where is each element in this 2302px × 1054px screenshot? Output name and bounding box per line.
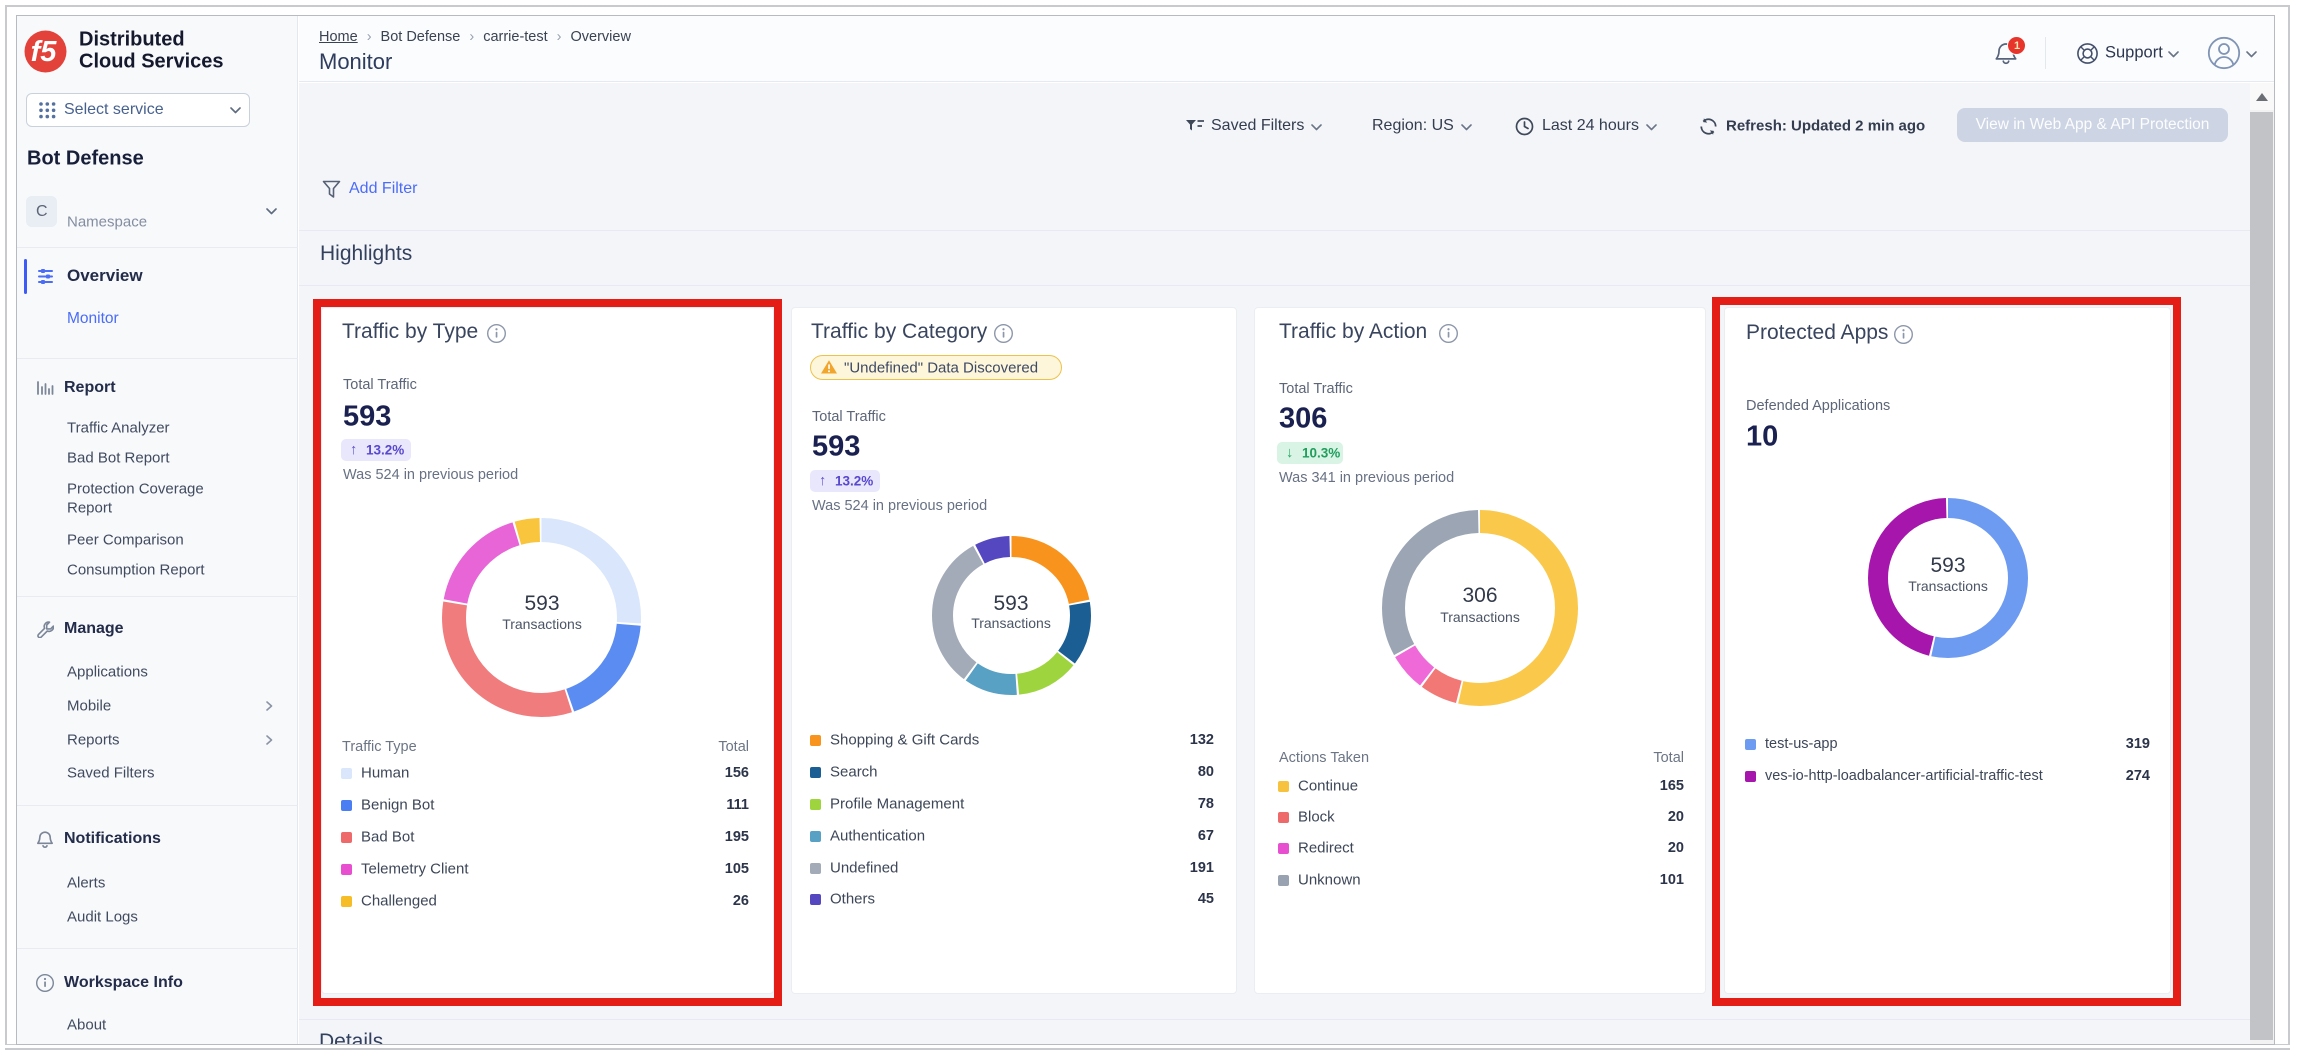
- svg-text:f5: f5: [31, 36, 58, 68]
